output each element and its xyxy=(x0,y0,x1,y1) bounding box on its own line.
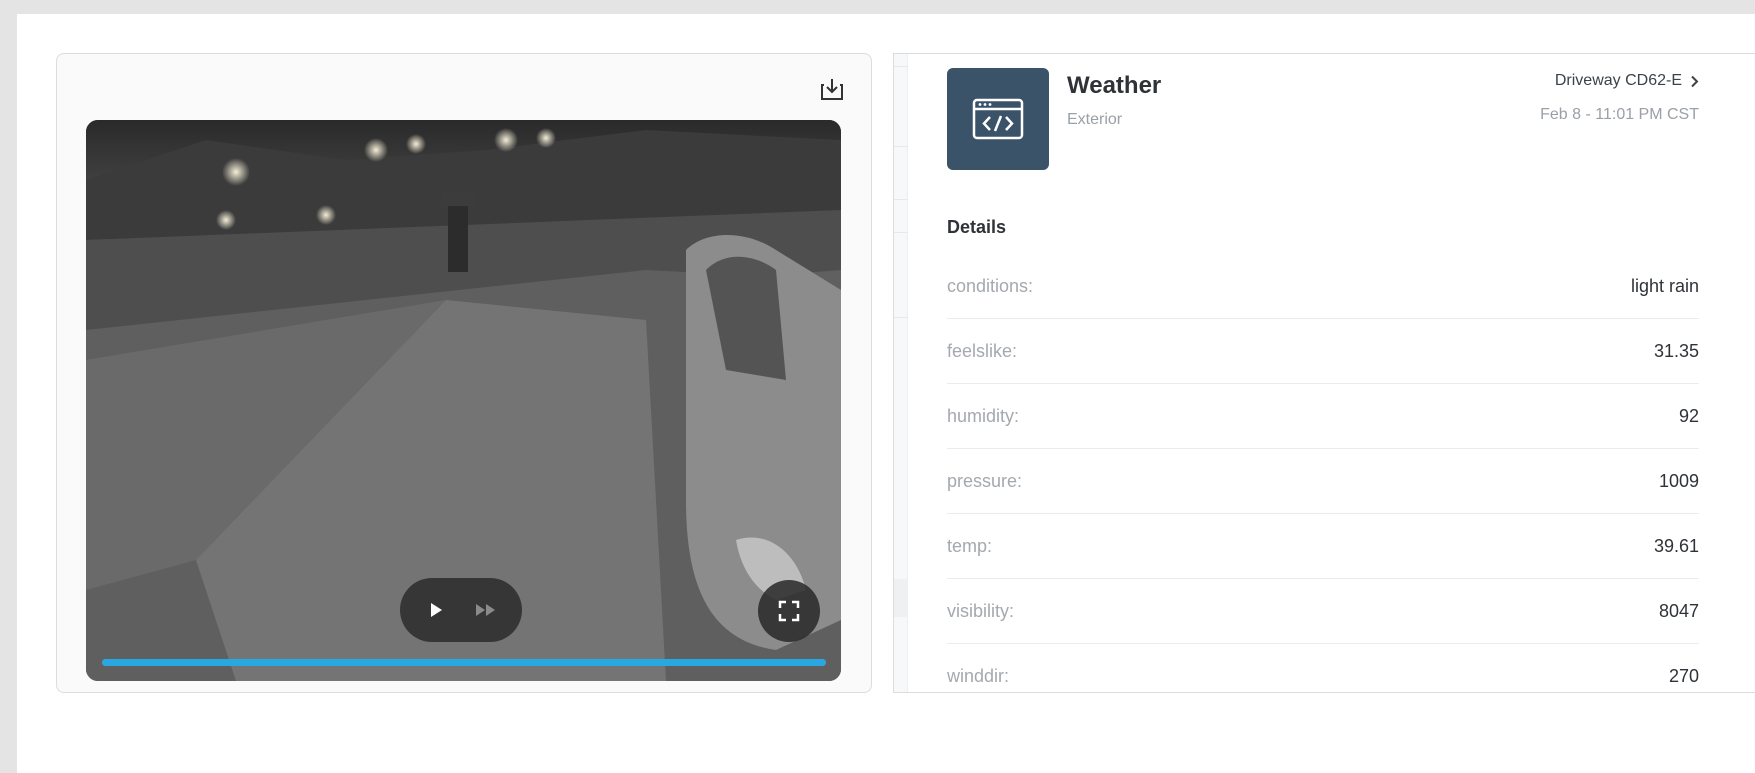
event-subtitle: Exterior xyxy=(1067,111,1123,128)
progress-bar[interactable] xyxy=(102,659,826,666)
detail-key: conditions: xyxy=(947,275,1034,296)
window-top-border xyxy=(0,0,1755,14)
strip-shade xyxy=(894,579,908,617)
detail-row-conditions: conditions: light rain xyxy=(947,254,1699,319)
event-details-panel: Weather Exterior Driveway CD62-E Feb 8 -… xyxy=(893,53,1755,693)
detail-row-temp: temp: 39.61 xyxy=(947,514,1699,579)
download-button[interactable] xyxy=(819,76,845,102)
detail-row-humidity: humidity: 92 xyxy=(947,384,1699,449)
fullscreen-button[interactable] xyxy=(758,580,820,642)
detail-row-feelslike: feelslike: 31.35 xyxy=(947,319,1699,384)
detail-key: winddir: xyxy=(947,665,1010,686)
app-frame: Weather Exterior Driveway CD62-E Feb 8 -… xyxy=(0,0,1755,773)
detail-key: temp: xyxy=(947,535,993,556)
window-left-border xyxy=(0,0,17,773)
details-content: Weather Exterior Driveway CD62-E Feb 8 -… xyxy=(947,54,1699,692)
detail-value: 8047 xyxy=(1658,600,1699,621)
detail-value: 31.35 xyxy=(1653,340,1699,361)
detail-value: 1009 xyxy=(1658,470,1699,491)
detail-row-winddir: winddir: 270 xyxy=(947,644,1699,692)
camera-name: Driveway CD62-E xyxy=(1554,72,1682,89)
playback-controls xyxy=(400,578,522,642)
video-player[interactable] xyxy=(86,120,841,681)
play-button[interactable] xyxy=(424,598,448,622)
event-title: Weather xyxy=(1067,72,1162,99)
fullscreen-icon xyxy=(778,600,800,622)
strip-divider xyxy=(894,199,908,200)
details-list: conditions: light rain feelslike: 31.35 … xyxy=(947,254,1699,692)
app-icon-tile xyxy=(947,68,1049,170)
detail-value: 270 xyxy=(1668,665,1699,686)
strip-divider xyxy=(894,232,908,233)
video-panel xyxy=(56,53,872,693)
strip-divider xyxy=(894,146,908,147)
camera-link[interactable]: Driveway CD62-E xyxy=(1555,72,1699,90)
detail-key: humidity: xyxy=(947,405,1020,426)
detail-row-pressure: pressure: 1009 xyxy=(947,449,1699,514)
download-icon xyxy=(821,79,843,100)
fast-forward-icon xyxy=(476,604,495,616)
detail-key: pressure: xyxy=(947,470,1023,491)
detail-value: 92 xyxy=(1678,405,1699,426)
strip-divider xyxy=(894,66,908,67)
strip-divider xyxy=(894,317,908,318)
detail-row-visibility: visibility: 8047 xyxy=(947,579,1699,644)
detail-value: light rain xyxy=(1630,275,1699,296)
detail-key: feelslike: xyxy=(947,340,1018,361)
progress-fill xyxy=(102,659,826,666)
fast-forward-button[interactable] xyxy=(474,598,498,622)
event-timestamp: Feb 8 - 11:01 PM CST xyxy=(1540,106,1699,123)
detail-key: visibility: xyxy=(947,600,1015,621)
side-strip xyxy=(894,54,908,692)
details-heading: Details xyxy=(947,217,1007,237)
play-icon xyxy=(431,603,442,617)
detail-value: 39.61 xyxy=(1653,535,1699,556)
code-window-icon xyxy=(972,98,1024,140)
chevron-right-icon xyxy=(1691,75,1699,87)
